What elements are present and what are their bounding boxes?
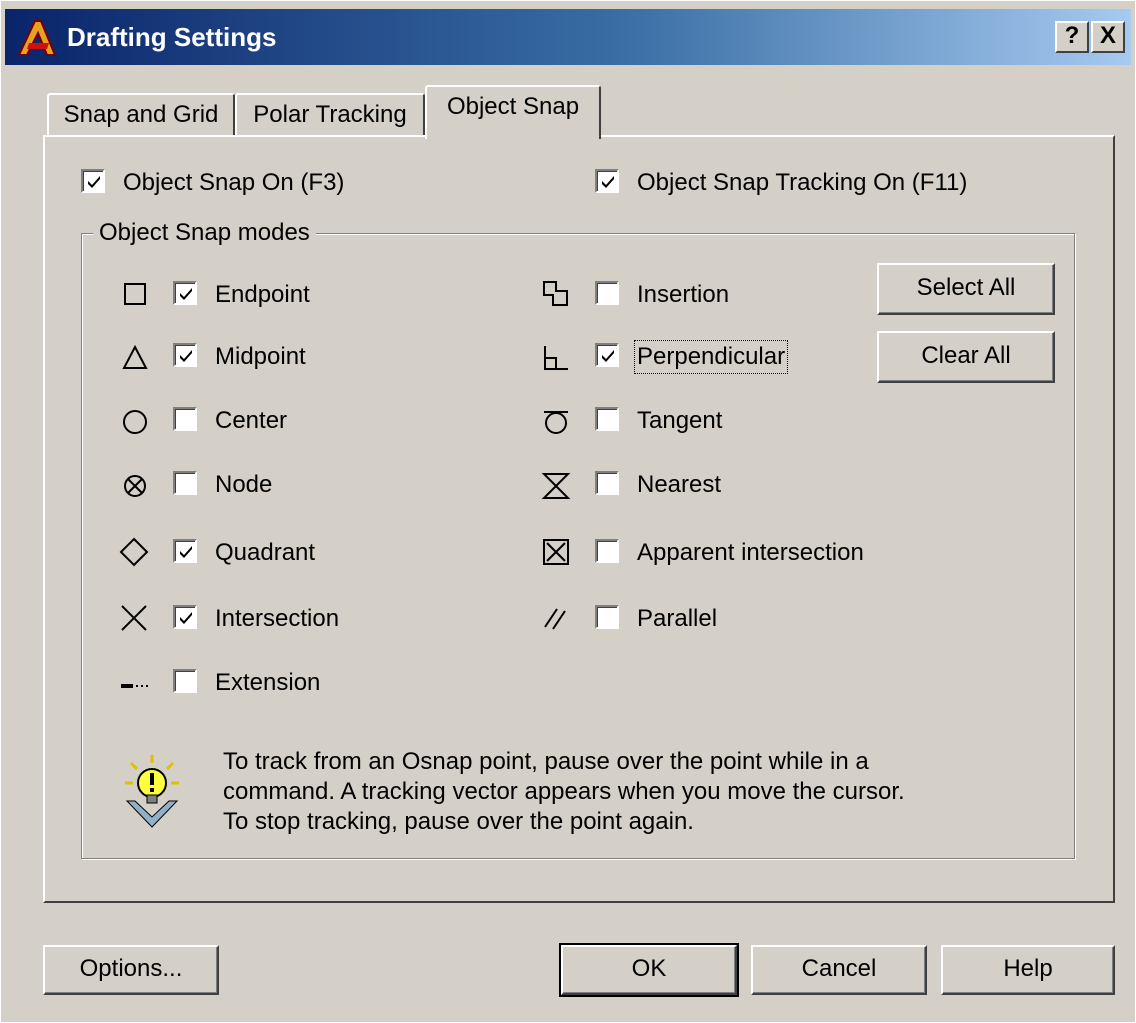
insertion-checkbox[interactable] xyxy=(595,281,619,305)
window-title: Drafting Settings xyxy=(67,22,277,52)
object-snap-tracking-label: Object Snap Tracking On (F11) xyxy=(637,169,968,196)
context-help-button[interactable]: ? xyxy=(1055,21,1089,53)
quadrant-label: Quadrant xyxy=(215,539,316,566)
object-snap-on-checkbox[interactable] xyxy=(81,169,105,193)
insertion-icon xyxy=(543,281,568,306)
intersection-icon xyxy=(121,605,147,631)
center-icon xyxy=(123,410,147,434)
object-snap-modes-title: Object Snap modes xyxy=(93,219,316,247)
extension-checkbox[interactable] xyxy=(173,669,197,693)
apparent-intersection-label: Apparent intersection xyxy=(637,539,864,566)
help-button[interactable]: Help xyxy=(941,945,1115,995)
nearest-icon xyxy=(541,473,571,499)
nearest-label: Nearest xyxy=(637,471,722,498)
close-button[interactable]: X xyxy=(1091,21,1125,53)
perpendicular-icon xyxy=(544,346,568,370)
tracking-tip-text: To track from an Osnap point, pause over… xyxy=(223,747,905,837)
quadrant-checkbox[interactable] xyxy=(173,539,197,563)
tip-line: To track from an Osnap point, pause over… xyxy=(223,748,869,775)
quadrant-icon xyxy=(119,537,149,567)
options-button[interactable]: Options... xyxy=(43,945,219,995)
tab-label: Snap and Grid xyxy=(63,101,219,128)
midpoint-label: Midpoint xyxy=(215,343,306,370)
nearest-checkbox[interactable] xyxy=(595,471,619,495)
endpoint-label: Endpoint xyxy=(215,281,310,308)
tab-snap-and-grid[interactable]: Snap and Grid xyxy=(47,93,235,137)
autocad-app-icon xyxy=(17,20,57,56)
insertion-label: Insertion xyxy=(637,281,730,308)
perpendicular-label: Perpendicular xyxy=(633,340,789,374)
node-icon xyxy=(124,475,146,497)
object-snap-tracking-checkbox[interactable] xyxy=(595,169,619,193)
tangent-icon xyxy=(544,411,568,434)
cancel-button[interactable]: Cancel xyxy=(751,945,927,995)
endpoint-checkbox[interactable] xyxy=(173,281,197,305)
tangent-checkbox[interactable] xyxy=(595,407,619,431)
parallel-label: Parallel xyxy=(637,605,718,632)
clear-all-button[interactable]: Clear All xyxy=(877,331,1055,383)
tangent-label: Tangent xyxy=(637,407,723,434)
tip-line: To stop tracking, pause over the point a… xyxy=(223,808,694,835)
select-all-button[interactable]: Select All xyxy=(877,263,1055,315)
extension-label: Extension xyxy=(215,669,321,696)
extension-icon xyxy=(121,684,148,688)
title-bar[interactable]: Drafting Settings ? X xyxy=(5,9,1131,65)
checkmark-icon xyxy=(180,288,192,300)
tab-polar-tracking[interactable]: Polar Tracking xyxy=(235,93,425,137)
checkmark-icon xyxy=(602,350,614,362)
checkmark-icon xyxy=(602,176,614,188)
midpoint-checkbox[interactable] xyxy=(173,343,197,367)
node-checkbox[interactable] xyxy=(173,471,197,495)
tab-label: Polar Tracking xyxy=(253,101,407,128)
lightbulb-tip-icon xyxy=(125,755,179,828)
intersection-label: Intersection xyxy=(215,605,340,632)
center-label: Center xyxy=(215,407,288,434)
node-label: Node xyxy=(215,471,273,498)
checkmark-icon xyxy=(88,176,100,188)
apparent-intersection-icon xyxy=(543,539,569,565)
drafting-settings-dialog: Drafting Settings ? X Snap and Grid Pola… xyxy=(0,0,1136,1023)
midpoint-icon xyxy=(122,344,148,369)
intersection-checkbox[interactable] xyxy=(173,605,197,629)
endpoint-icon xyxy=(124,283,146,305)
perpendicular-checkbox[interactable] xyxy=(595,343,619,367)
tab-object-snap[interactable]: Object Snap xyxy=(425,85,601,139)
checkmark-icon xyxy=(180,350,192,362)
tab-label: Object Snap xyxy=(446,93,580,120)
parallel-checkbox[interactable] xyxy=(595,605,619,629)
parallel-icon xyxy=(544,608,566,630)
checkmark-icon xyxy=(180,546,192,558)
checkmark-icon xyxy=(180,612,192,624)
tip-line: command. A tracking vector appears when … xyxy=(223,778,905,805)
object-snap-on-label: Object Snap On (F3) xyxy=(123,169,345,196)
apparent-intersection-checkbox[interactable] xyxy=(595,539,619,563)
ok-button[interactable]: OK xyxy=(559,943,739,997)
center-checkbox[interactable] xyxy=(173,407,197,431)
